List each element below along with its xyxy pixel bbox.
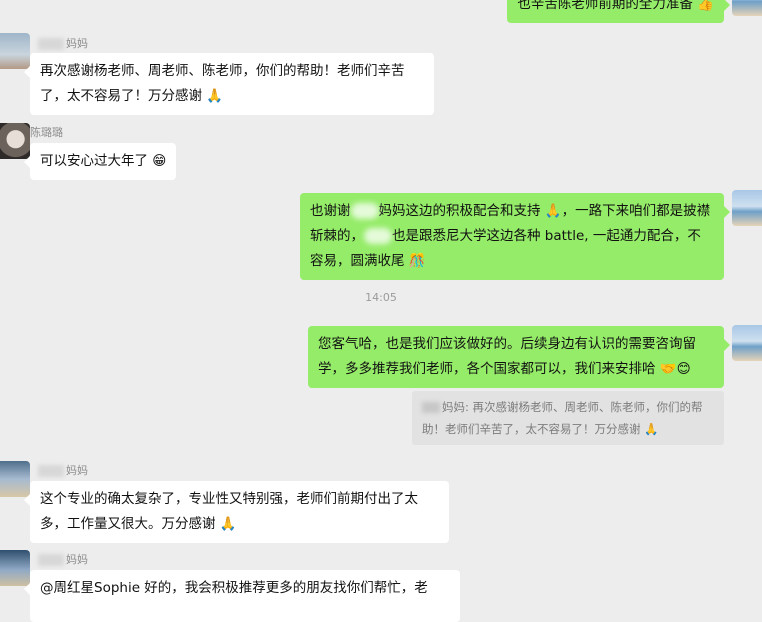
timestamp: 14:05 bbox=[365, 291, 397, 304]
message-text: 这个专业的确太复杂了，专业性又特别强，老师们前期付出了太多，工作量又很大。万分感… bbox=[40, 491, 418, 532]
blurred-name bbox=[422, 402, 440, 413]
sender-name: 妈妈 bbox=[38, 462, 88, 478]
chat-bubble-incoming: @周红星Sophie 好的，我会积极推荐更多的朋友找你们帮忙，老 bbox=[24, 570, 460, 622]
avatar[interactable] bbox=[0, 461, 30, 497]
blur-mask bbox=[350, 203, 379, 219]
sender-name: 妈妈 bbox=[38, 35, 88, 51]
chat-bubble-incoming: 再次感谢杨老师、周老师、陈老师，你们的帮助！老师们辛苦了，太不容易了！万分感谢 … bbox=[24, 53, 434, 115]
message-text: 也辛苦陈老师前期的全力准备 👍 bbox=[517, 0, 714, 12]
quote-sender: 妈妈: bbox=[442, 400, 469, 414]
message-text: 可以安心过大年了 😁 bbox=[40, 153, 167, 169]
message-text: 也谢谢 妈妈这边的积极配合和支持 🙏，一路下来咱们都是披襟斩棘的， 也是跟悉尼大学这… bbox=[310, 203, 711, 269]
sender-name: 妈妈 bbox=[38, 551, 88, 567]
avatar[interactable] bbox=[0, 123, 30, 159]
blurred-name bbox=[38, 38, 64, 50]
chat-bubble-outgoing: 也谢谢 妈妈这边的积极配合和支持 🙏，一路下来咱们都是披襟斩棘的， 也是跟悉尼大学这… bbox=[300, 193, 730, 280]
chat-bubble-outgoing: 也辛苦陈老师前期的全力准备 👍 bbox=[507, 0, 730, 23]
message-text: 再次感谢杨老师、周老师、陈老师，你们的帮助！老师们辛苦了，太不容易了！万分感谢 … bbox=[40, 63, 405, 104]
chat-bubble-incoming: 这个专业的确太复杂了，专业性又特别强，老师们前期付出了太多，工作量又很大。万分感… bbox=[24, 481, 449, 543]
message-text: @周红星Sophie 好的，我会积极推荐更多的朋友找你们帮忙，老 bbox=[40, 580, 428, 596]
blurred-name bbox=[38, 554, 64, 566]
sender-name: 陈璐璐 bbox=[30, 126, 63, 139]
chat-bubble-outgoing: 您客气哈，也是我们应该做好的。后续身边有认识的需要咨询留学，多多推荐我们老师，各… bbox=[308, 326, 730, 388]
avatar[interactable] bbox=[0, 33, 30, 69]
message-text: 您客气哈，也是我们应该做好的。后续身边有认识的需要咨询留学，多多推荐我们老师，各… bbox=[318, 336, 696, 377]
blurred-name bbox=[38, 465, 64, 477]
blur-mask bbox=[364, 228, 392, 244]
chat-bubble-incoming: 可以安心过大年了 😁 bbox=[23, 143, 177, 180]
avatar[interactable] bbox=[732, 190, 762, 226]
quoted-message[interactable]: 妈妈: 再次感谢杨老师、周老师、陈老师，你们的帮助！老师们辛苦了，太不容易了！万… bbox=[412, 391, 724, 445]
avatar[interactable] bbox=[732, 0, 762, 16]
avatar[interactable] bbox=[732, 325, 762, 361]
avatar[interactable] bbox=[0, 550, 30, 586]
